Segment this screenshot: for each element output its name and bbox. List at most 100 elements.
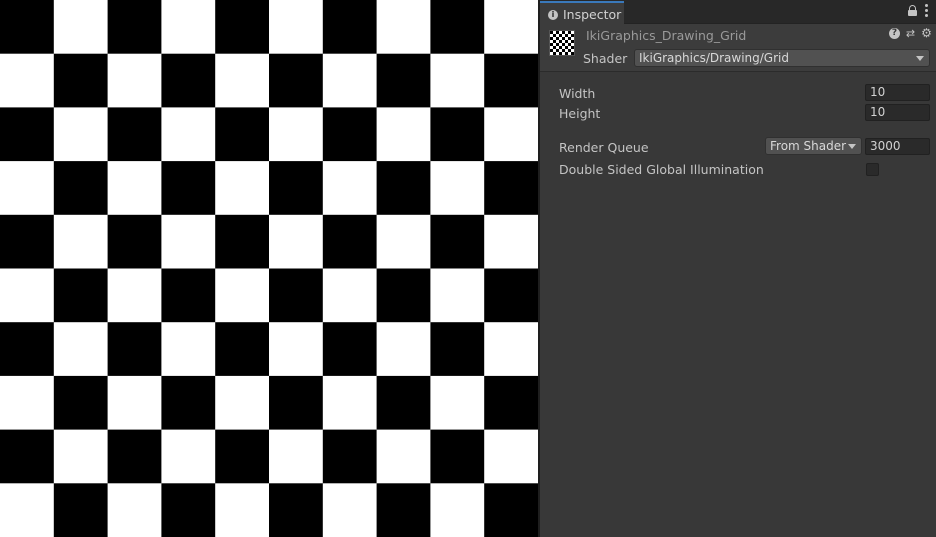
checker-cell — [53, 0, 109, 55]
chevron-down-icon — [848, 144, 856, 149]
checker-cell — [430, 375, 485, 431]
lock-icon[interactable] — [908, 5, 917, 16]
checker-cell — [484, 322, 538, 377]
checker-cell — [430, 161, 485, 216]
checker-cell — [215, 53, 270, 108]
render-queue-mode-value: From Shader — [770, 139, 847, 153]
render-queue-mode-dropdown[interactable]: From Shader — [765, 137, 862, 155]
checker-cell — [430, 322, 485, 377]
checker-cell — [53, 107, 109, 162]
checker-cell — [107, 214, 162, 269]
material-preview[interactable] — [0, 0, 538, 537]
checker-cell — [430, 0, 485, 55]
double-sided-gi-label: Double Sided Global Illumination — [559, 162, 764, 177]
checker-cell — [322, 375, 378, 431]
checker-cell — [269, 53, 324, 108]
checker-cell — [269, 0, 324, 55]
checker-cell — [376, 483, 431, 537]
checker-cell — [269, 322, 324, 377]
render-queue-label: Render Queue — [559, 140, 649, 155]
checker-cell — [161, 322, 216, 377]
checker-cell — [269, 375, 324, 431]
info-icon: i — [548, 9, 558, 20]
checker-cell — [376, 268, 431, 323]
material-name: IkiGraphics_Drawing_Grid — [586, 28, 747, 43]
checker-cell — [322, 268, 378, 323]
checker-cell — [0, 214, 55, 269]
tab-tools — [908, 4, 928, 17]
checker-cell — [53, 161, 109, 216]
shader-dropdown[interactable]: IkiGraphics/Drawing/Grid — [634, 49, 930, 67]
checker-cell — [269, 107, 324, 162]
checker-cell — [107, 161, 162, 216]
checker-cell — [107, 429, 162, 484]
checker-cell — [484, 107, 538, 162]
checker-cell — [53, 214, 109, 269]
checker-cell — [161, 53, 216, 108]
checker-cell — [430, 268, 485, 323]
checker-cell — [215, 107, 270, 162]
header-tools: ? ⇄ ⚙ — [889, 27, 932, 39]
checker-cell — [376, 429, 431, 484]
checker-cell — [322, 161, 378, 216]
checker-cell — [376, 161, 431, 216]
checker-cell — [107, 483, 162, 537]
checker-cell — [215, 0, 270, 55]
checker-cell — [484, 375, 538, 431]
checker-cell — [0, 429, 55, 484]
double-sided-gi-checkbox[interactable] — [866, 163, 879, 176]
checker-cell — [215, 214, 270, 269]
width-label: Width — [559, 86, 596, 101]
kebab-menu-icon[interactable] — [925, 4, 928, 17]
checker-cell — [376, 375, 431, 431]
checker-cell — [215, 483, 270, 537]
checker-cell — [161, 161, 216, 216]
checker-cell — [53, 375, 109, 431]
checker-cell — [322, 107, 378, 162]
checkerboard-preview — [0, 0, 538, 537]
checker-cell — [0, 483, 55, 537]
checker-cell — [376, 322, 431, 377]
presets-icon[interactable]: ⇄ — [905, 28, 916, 39]
tab-inspector[interactable]: i Inspector — [540, 1, 624, 24]
checker-cell — [484, 429, 538, 484]
checker-cell — [269, 161, 324, 216]
checker-cell — [430, 214, 485, 269]
checker-cell — [322, 214, 378, 269]
checker-cell — [107, 268, 162, 323]
checker-cell — [161, 214, 216, 269]
checker-cell — [215, 322, 270, 377]
checker-cell — [161, 107, 216, 162]
chevron-down-icon — [916, 56, 924, 61]
width-field[interactable]: 10 — [865, 84, 930, 101]
tab-inspector-label: Inspector — [563, 7, 622, 22]
checker-cell — [430, 483, 485, 537]
checker-cell — [0, 0, 55, 55]
checker-cell — [107, 53, 162, 108]
checker-cell — [269, 214, 324, 269]
checker-cell — [107, 322, 162, 377]
material-thumbnail-icon — [549, 30, 575, 56]
checker-cell — [430, 53, 485, 108]
inspector-tab-bar: i Inspector — [540, 0, 936, 24]
checker-cell — [0, 53, 55, 108]
checker-cell — [484, 53, 538, 108]
checker-cell — [161, 0, 216, 55]
checker-cell — [322, 483, 378, 537]
checker-cell — [0, 375, 55, 431]
checker-cell — [0, 161, 55, 216]
checker-cell — [53, 429, 109, 484]
checker-cell — [484, 483, 538, 537]
height-field[interactable]: 10 — [865, 104, 930, 121]
checker-cell — [484, 214, 538, 269]
checker-cell — [0, 268, 55, 323]
material-header: IkiGraphics_Drawing_Grid ? ⇄ ⚙ Shader Ik… — [540, 24, 936, 72]
checker-cell — [322, 322, 378, 377]
checker-cell — [430, 107, 485, 162]
checker-cell — [53, 268, 109, 323]
gear-icon[interactable]: ⚙ — [921, 27, 932, 39]
render-queue-field[interactable]: 3000 — [865, 138, 930, 155]
checker-cell — [0, 322, 55, 377]
checker-cell — [161, 375, 216, 431]
help-icon[interactable]: ? — [889, 28, 900, 39]
